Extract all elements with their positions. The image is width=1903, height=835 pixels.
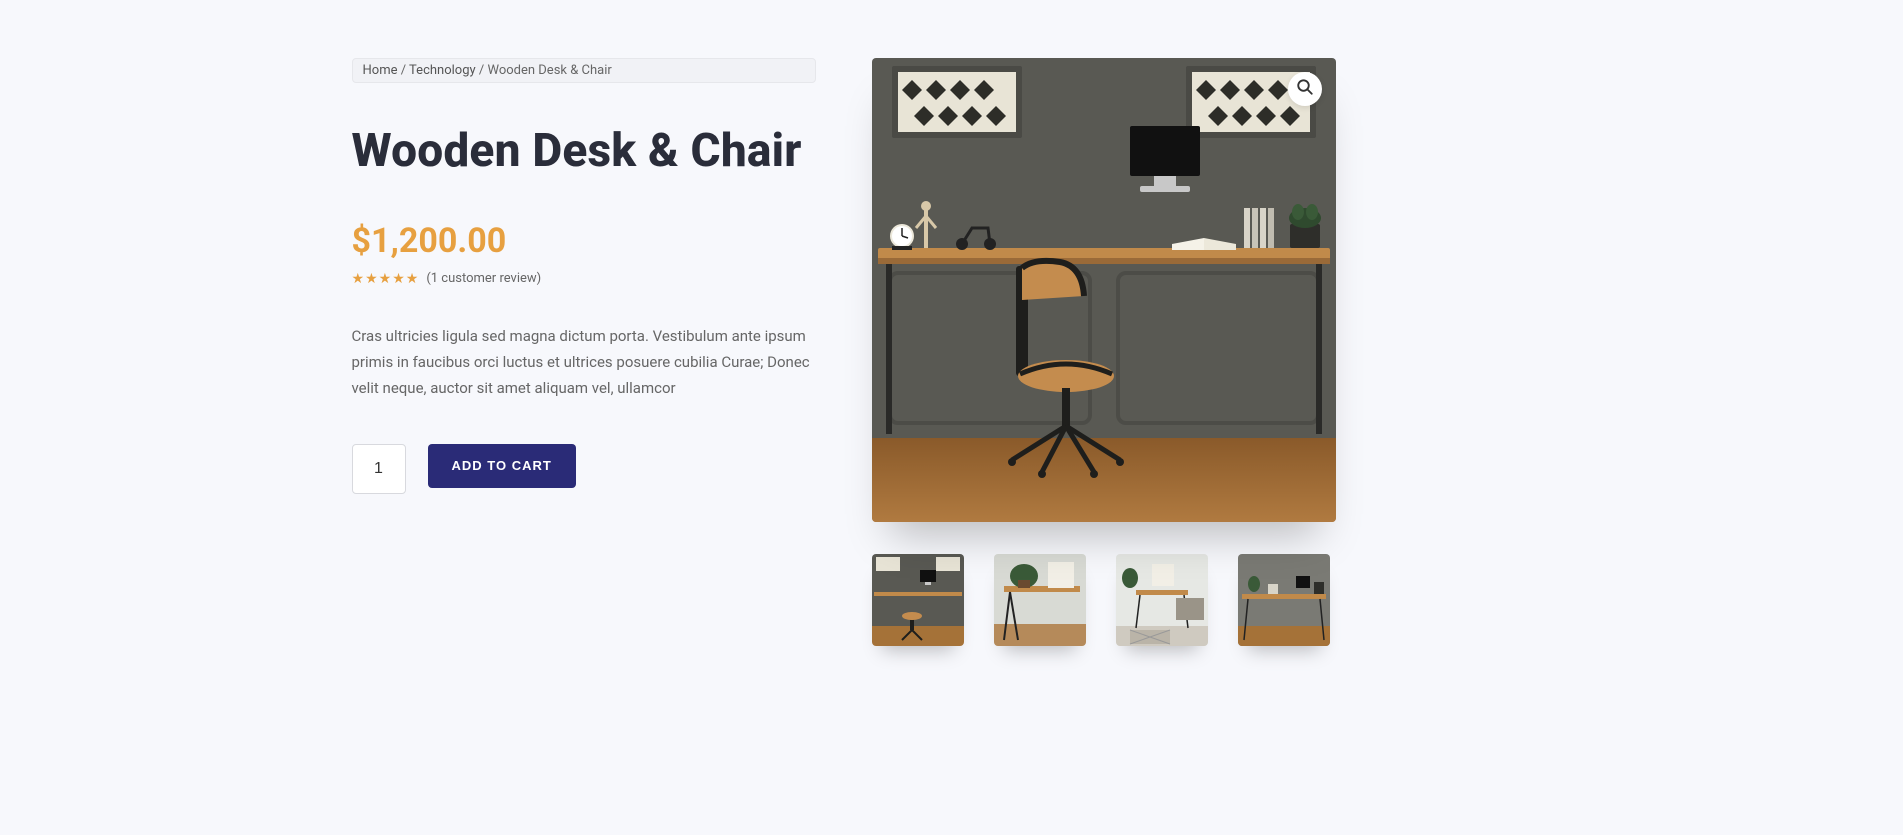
zoom-button[interactable]: [1288, 72, 1322, 106]
thumbnail-3[interactable]: [1116, 554, 1208, 646]
breadcrumb-home[interactable]: Home: [363, 63, 398, 78]
add-to-cart-button[interactable]: ADD TO CART: [428, 444, 576, 488]
price-currency: $: [352, 221, 372, 261]
star-icon: ★: [379, 271, 392, 287]
customer-review-link[interactable]: (1 customer review): [426, 271, 541, 286]
star-icon: ★: [352, 271, 365, 287]
quantity-input[interactable]: [352, 444, 406, 494]
breadcrumb-sep: /: [476, 63, 488, 78]
search-icon: [1296, 78, 1314, 101]
thumbnail-row: [872, 554, 1552, 646]
star-icon: ★: [406, 271, 419, 287]
thumbnail-4[interactable]: [1238, 554, 1330, 646]
add-to-cart-row: ADD TO CART: [352, 444, 816, 494]
price-amount: 1,200.00: [371, 221, 506, 261]
breadcrumb-category[interactable]: Technology: [409, 63, 476, 78]
thumbnail-1[interactable]: [872, 554, 964, 646]
product-price: $1,200.00: [352, 221, 816, 261]
breadcrumb-current: Wooden Desk & Chair: [487, 63, 611, 78]
product-main-image[interactable]: [872, 58, 1336, 522]
star-icon: ★: [392, 271, 405, 287]
breadcrumb-sep: /: [397, 63, 409, 78]
product-title: Wooden Desk & Chair: [352, 117, 816, 187]
rating-row: ★ ★ ★ ★ ★ (1 customer review): [352, 271, 816, 287]
thumbnail-2[interactable]: [994, 554, 1086, 646]
product-description: Cras ultricies ligula sed magna dictum p…: [352, 323, 816, 402]
main-image-illustration: [872, 58, 1336, 522]
breadcrumb: Home / Technology / Wooden Desk & Chair: [352, 58, 816, 83]
rating-stars: ★ ★ ★ ★ ★: [352, 271, 419, 287]
star-icon: ★: [365, 271, 378, 287]
